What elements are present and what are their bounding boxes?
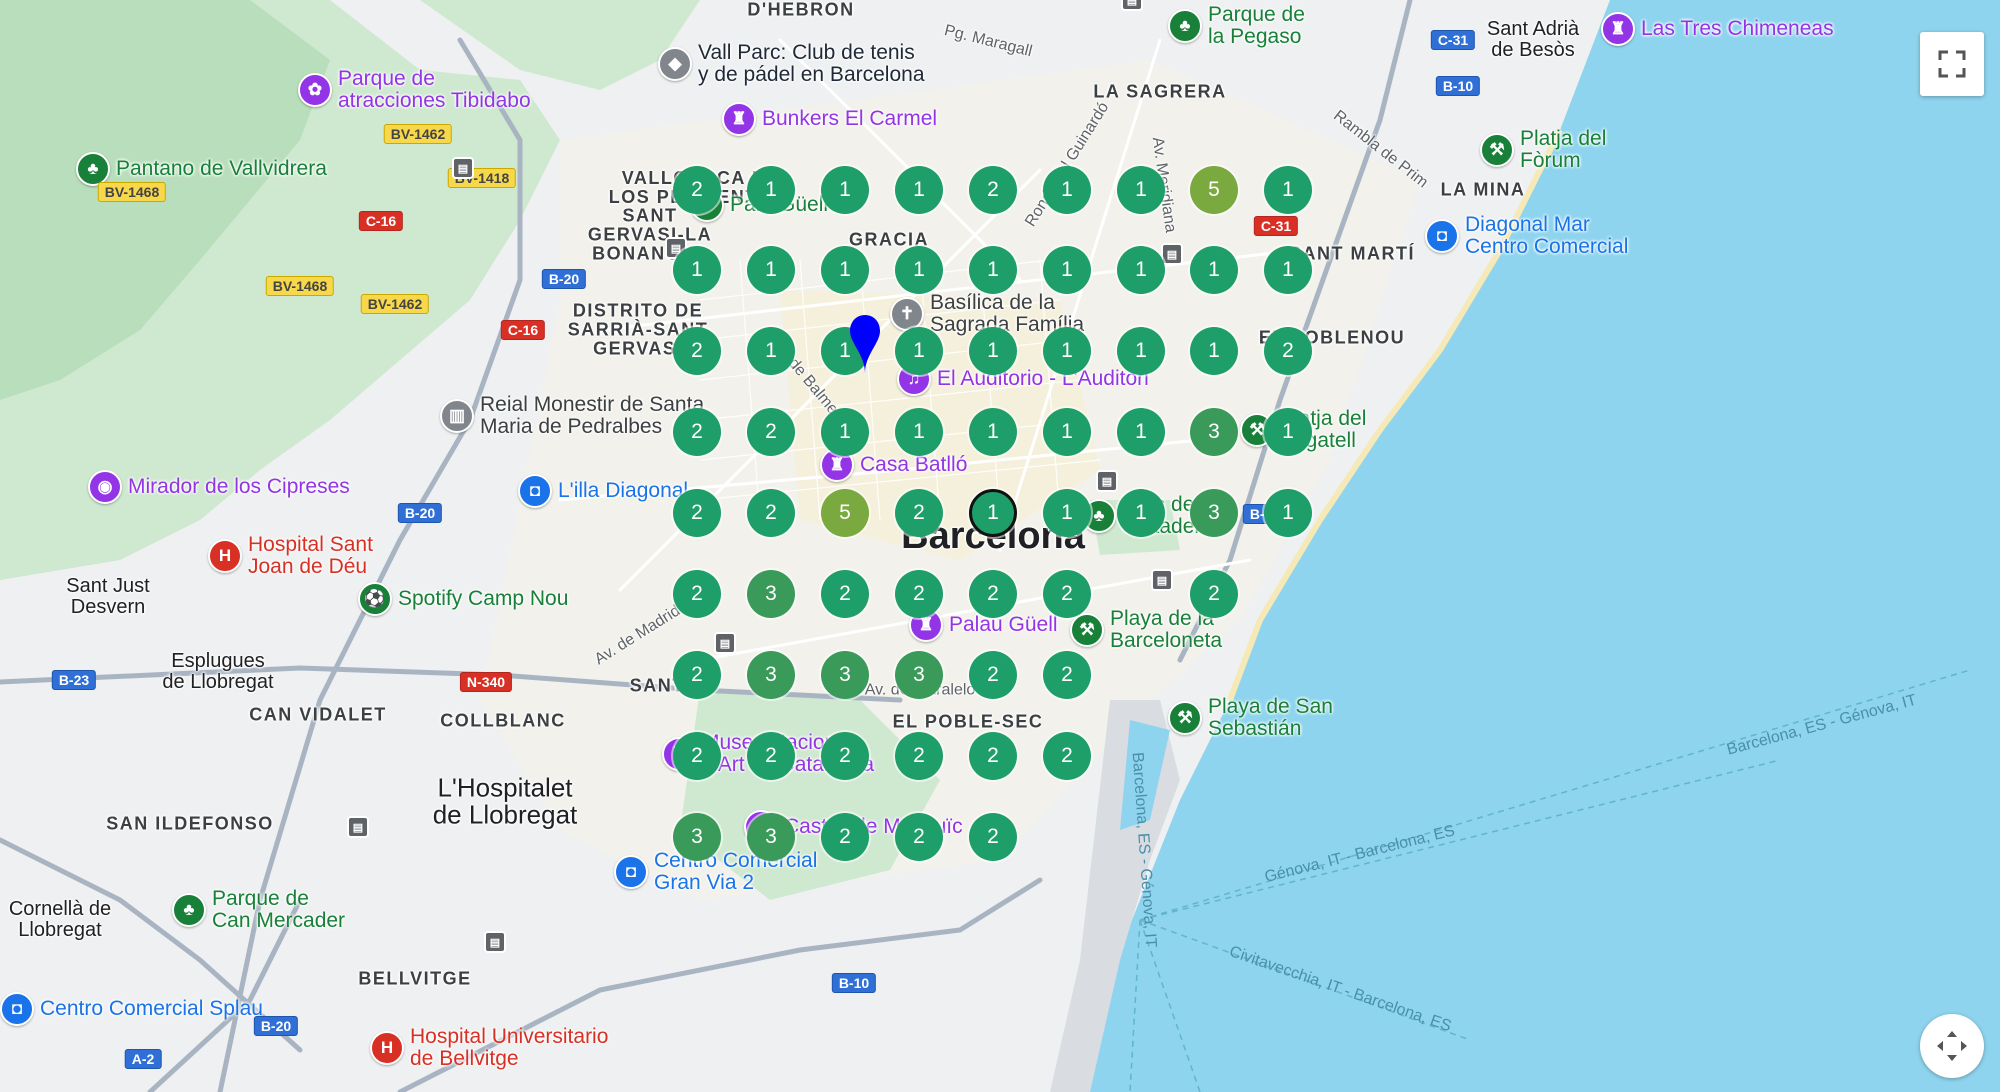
- cluster-marker[interactable]: 1: [1117, 408, 1165, 456]
- cluster-marker[interactable]: 3: [1190, 408, 1238, 456]
- cluster-marker[interactable]: 3: [1190, 489, 1238, 537]
- cluster-marker[interactable]: 2: [1264, 327, 1312, 375]
- cluster-marker[interactable]: 1: [747, 327, 795, 375]
- camera-control-button[interactable]: [1920, 1014, 1984, 1078]
- cluster-marker[interactable]: 3: [821, 651, 869, 699]
- fullscreen-icon: [1938, 50, 1966, 78]
- cluster-marker[interactable]: 1: [1264, 246, 1312, 294]
- cluster-marker[interactable]: 3: [747, 813, 795, 861]
- cluster-marker[interactable]: 1: [821, 246, 869, 294]
- cluster-layer: 2111211511111111112111111122211111312252…: [0, 0, 2000, 1092]
- cluster-marker[interactable]: 2: [673, 651, 721, 699]
- cluster-marker[interactable]: 2: [895, 813, 943, 861]
- cluster-marker[interactable]: 3: [895, 651, 943, 699]
- cluster-marker[interactable]: 2: [895, 732, 943, 780]
- cluster-marker[interactable]: 1: [821, 166, 869, 214]
- cluster-marker[interactable]: 1: [1043, 408, 1091, 456]
- cluster-marker[interactable]: 1: [1264, 166, 1312, 214]
- cluster-marker[interactable]: 3: [673, 813, 721, 861]
- cluster-marker[interactable]: 2: [673, 489, 721, 537]
- cluster-marker[interactable]: 1: [969, 489, 1017, 537]
- cluster-marker[interactable]: 2: [969, 570, 1017, 618]
- cluster-marker[interactable]: 1: [747, 166, 795, 214]
- cluster-marker[interactable]: 3: [747, 651, 795, 699]
- cluster-marker[interactable]: 2: [747, 732, 795, 780]
- cluster-marker[interactable]: 1: [821, 408, 869, 456]
- cluster-marker[interactable]: 1: [969, 408, 1017, 456]
- cluster-marker[interactable]: 2: [895, 570, 943, 618]
- cluster-marker[interactable]: 1: [1043, 246, 1091, 294]
- cluster-marker[interactable]: 2: [969, 166, 1017, 214]
- cluster-marker[interactable]: 2: [821, 570, 869, 618]
- cluster-marker[interactable]: 2: [1190, 570, 1238, 618]
- cluster-marker[interactable]: 2: [969, 813, 1017, 861]
- cluster-marker[interactable]: 2: [1043, 570, 1091, 618]
- cluster-marker[interactable]: 1: [1117, 246, 1165, 294]
- map-canvas[interactable]: D'HEBRON LA SAGRERA LA MINA GRACIA SANT MART…: [0, 0, 2000, 1092]
- cluster-marker[interactable]: 1: [969, 327, 1017, 375]
- cluster-marker[interactable]: 1: [1043, 166, 1091, 214]
- cluster-marker[interactable]: 2: [673, 166, 721, 214]
- camera-control-icon: [1937, 1031, 1967, 1061]
- cluster-marker[interactable]: 2: [673, 732, 721, 780]
- cluster-marker[interactable]: 2: [673, 570, 721, 618]
- cluster-marker[interactable]: 2: [747, 408, 795, 456]
- cluster-marker[interactable]: 5: [821, 489, 869, 537]
- cluster-marker[interactable]: 2: [969, 651, 1017, 699]
- cluster-marker[interactable]: 1: [895, 408, 943, 456]
- cluster-marker[interactable]: 1: [1043, 327, 1091, 375]
- cluster-marker[interactable]: 3: [747, 570, 795, 618]
- cluster-marker[interactable]: 1: [1264, 408, 1312, 456]
- cluster-marker[interactable]: 1: [747, 246, 795, 294]
- cluster-marker[interactable]: 1: [1117, 166, 1165, 214]
- cluster-marker[interactable]: 2: [969, 732, 1017, 780]
- cluster-marker[interactable]: 1: [1190, 246, 1238, 294]
- cluster-marker[interactable]: 1: [1117, 489, 1165, 537]
- cluster-marker[interactable]: 1: [673, 246, 721, 294]
- cluster-marker[interactable]: 1: [895, 246, 943, 294]
- cluster-marker[interactable]: 1: [1190, 327, 1238, 375]
- cluster-marker[interactable]: 2: [895, 489, 943, 537]
- cluster-marker[interactable]: 1: [969, 246, 1017, 294]
- cluster-marker[interactable]: 2: [821, 732, 869, 780]
- cluster-marker[interactable]: 1: [1264, 489, 1312, 537]
- cluster-marker[interactable]: 1: [895, 166, 943, 214]
- cluster-marker[interactable]: 1: [895, 327, 943, 375]
- cluster-marker[interactable]: 2: [747, 489, 795, 537]
- cluster-marker[interactable]: 5: [1190, 166, 1238, 214]
- cluster-marker[interactable]: 2: [821, 813, 869, 861]
- cluster-marker[interactable]: 2: [673, 327, 721, 375]
- cluster-marker[interactable]: 1: [1117, 327, 1165, 375]
- cluster-marker[interactable]: 2: [1043, 732, 1091, 780]
- cluster-marker[interactable]: 1: [1043, 489, 1091, 537]
- cluster-marker[interactable]: 2: [1043, 651, 1091, 699]
- cluster-marker[interactable]: 2: [673, 408, 721, 456]
- location-marker[interactable]: [848, 313, 882, 375]
- fullscreen-button[interactable]: [1920, 32, 1984, 96]
